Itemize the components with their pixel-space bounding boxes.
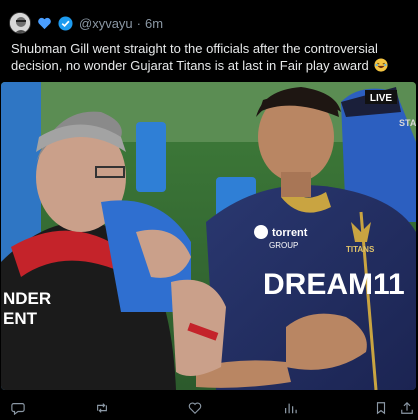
heart-icon <box>37 16 52 31</box>
svg-text:GROUP: GROUP <box>269 241 298 250</box>
jersey-sponsor: DREAM11 <box>263 268 405 301</box>
separator: · <box>136 15 142 31</box>
user-handle[interactable]: @xyvayu <box>79 16 133 31</box>
bookmark-icon[interactable] <box>374 401 388 415</box>
tweet-body: Shubman Gill went straight to the offici… <box>11 41 378 73</box>
live-label: LIVE <box>370 93 393 104</box>
match-photo: LIVE STA torrent GROUP TITANS DREAM11 ND… <box>1 82 416 390</box>
timestamp[interactable]: 6m <box>145 16 163 31</box>
retweet-icon[interactable] <box>95 401 109 415</box>
heart-outline-icon[interactable] <box>188 401 202 415</box>
reply-icon[interactable] <box>11 401 25 416</box>
official-shirt-text-1: NDER <box>3 289 51 308</box>
verified-badge-icon <box>58 15 73 31</box>
tweet-card[interactable]: @xyvayu · 6m Shubman Gill went straight … <box>0 0 418 419</box>
tweet-text: Shubman Gill went straight to the offici… <box>11 40 407 74</box>
svg-text:TITANS: TITANS <box>346 245 375 254</box>
share-icon[interactable] <box>400 401 414 415</box>
views-icon[interactable] <box>283 401 297 415</box>
tweet-image[interactable]: LIVE STA torrent GROUP TITANS DREAM11 ND… <box>1 82 416 390</box>
svg-text:torrent: torrent <box>272 227 308 239</box>
avatar[interactable] <box>9 12 31 34</box>
live-sub-label: STA <box>399 118 416 128</box>
tweet-header: @xyvayu · 6m <box>9 11 163 35</box>
official-shirt-text-2: ENT <box>3 309 38 328</box>
laughing-emoji-icon <box>374 58 388 72</box>
tweet-actions <box>0 396 418 418</box>
